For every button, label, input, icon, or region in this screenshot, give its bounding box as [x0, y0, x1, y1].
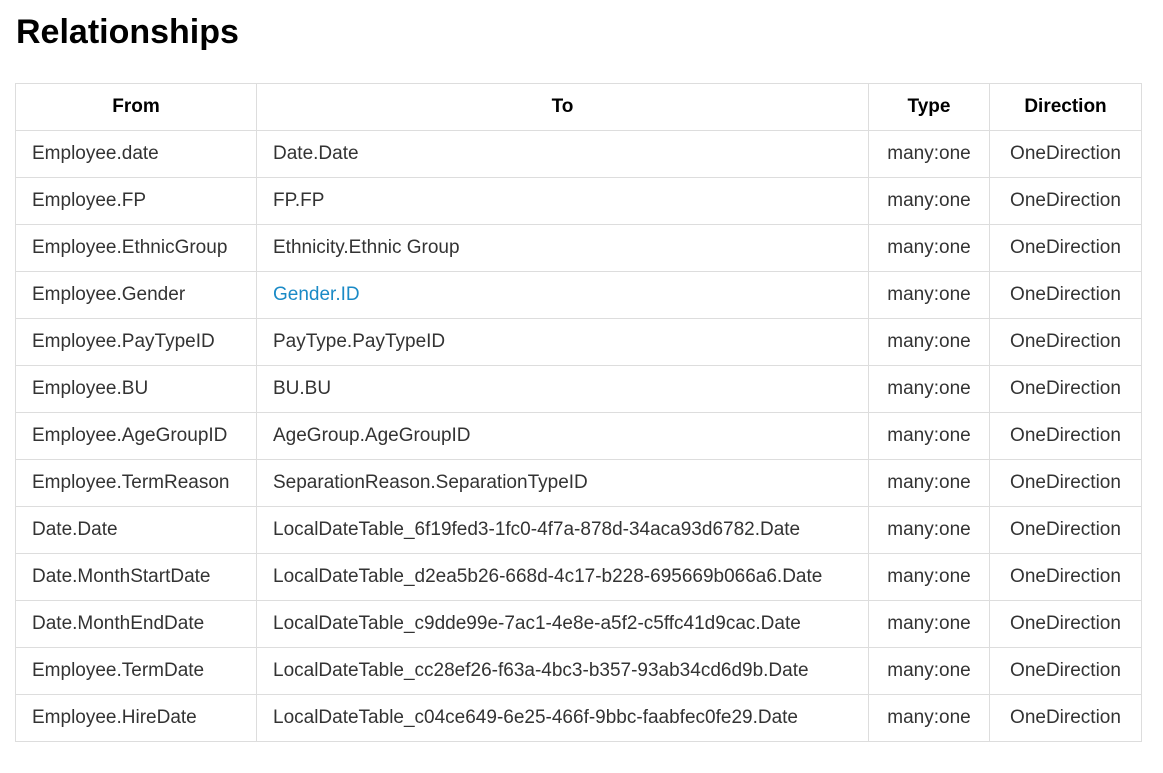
table-header-row: From To Type Direction [15, 83, 1142, 131]
table-body: Employee.date Date.Date many:one OneDirecti… [15, 130, 1142, 742]
cell-from: Employee.TermReason [15, 459, 257, 507]
cell-from: Employee.Gender [15, 271, 257, 319]
cell-from: Employee.FP [15, 177, 257, 225]
column-header-to: To [256, 83, 869, 131]
cell-direction: OneDirection [989, 459, 1142, 507]
cell-direction: OneDirection [989, 130, 1142, 178]
cell-from: Employee.TermDate [15, 647, 257, 695]
cell-type: many:one [868, 647, 990, 695]
table-row: Date.Date LocalDateTable_6f19fed3-1fc0-4f… [15, 506, 1142, 554]
cell-to: SeparationReason.SeparationTypeID [256, 459, 869, 507]
cell-to: Gender.ID [256, 271, 869, 319]
cell-from: Employee.AgeGroupID [15, 412, 257, 460]
table-row: Employee.TermDate LocalDateTable_cc28ef26… [15, 647, 1142, 695]
cell-to: LocalDateTable_6f19fed3-1fc0-4f7a-878d-3… [256, 506, 869, 554]
cell-type: many:one [868, 177, 990, 225]
cell-direction: OneDirection [989, 694, 1142, 742]
cell-type: many:one [868, 694, 990, 742]
cell-direction: OneDirection [989, 318, 1142, 366]
table-row: Employee.date Date.Date many:one OneDirecti… [15, 130, 1142, 178]
cell-to-link[interactable]: Gender.ID [273, 284, 360, 305]
cell-to: PayType.PayTypeID [256, 318, 869, 366]
table-row: Employee.FP FP.FP many:one OneDirection [15, 177, 1142, 225]
cell-from: Date.MonthEndDate [15, 600, 257, 648]
table-row: Date.MonthEndDate LocalDateTable_c9dde99e… [15, 600, 1142, 648]
table-row: Employee.HireDate LocalDateTable_c04ce649… [15, 694, 1142, 742]
cell-type: many:one [868, 600, 990, 648]
column-header-type: Type [868, 83, 990, 131]
cell-type: many:one [868, 506, 990, 554]
cell-type: many:one [868, 553, 990, 601]
cell-type: many:one [868, 271, 990, 319]
cell-from: Employee.EthnicGroup [15, 224, 257, 272]
cell-to: LocalDateTable_d2ea5b26-668d-4c17-b228-6… [256, 553, 869, 601]
table-row: Employee.PayTypeID PayType.PayTypeID many:… [15, 318, 1142, 366]
table-row: Date.MonthStartDate LocalDateTable_d2ea5b… [15, 553, 1142, 601]
cell-type: many:one [868, 412, 990, 460]
table-row: Employee.BU BU.BU many:one OneDirection [15, 365, 1142, 413]
page: Relationships From To Type Direction Emp… [0, 0, 1163, 742]
cell-direction: OneDirection [989, 224, 1142, 272]
cell-to: AgeGroup.AgeGroupID [256, 412, 869, 460]
cell-from: Employee.BU [15, 365, 257, 413]
cell-direction: OneDirection [989, 365, 1142, 413]
cell-type: many:one [868, 130, 990, 178]
cell-from: Employee.date [15, 130, 257, 178]
cell-direction: OneDirection [989, 271, 1142, 319]
cell-to: LocalDateTable_cc28ef26-f63a-4bc3-b357-9… [256, 647, 869, 695]
page-title: Relationships [16, 13, 239, 51]
column-header-from: From [15, 83, 257, 131]
cell-direction: OneDirection [989, 412, 1142, 460]
cell-to: FP.FP [256, 177, 869, 225]
cell-from: Date.Date [15, 506, 257, 554]
cell-type: many:one [868, 459, 990, 507]
cell-to: LocalDateTable_c9dde99e-7ac1-4e8e-a5f2-c… [256, 600, 869, 648]
cell-from: Date.MonthStartDate [15, 553, 257, 601]
cell-to: BU.BU [256, 365, 869, 413]
relationships-table: From To Type Direction Employee.date Date… [15, 83, 1142, 742]
cell-from: Employee.HireDate [15, 694, 257, 742]
table-row: Employee.TermReason SeparationReason.Sepa… [15, 459, 1142, 507]
cell-to: Date.Date [256, 130, 869, 178]
table-row: Employee.AgeGroupID AgeGroup.AgeGroupID ma… [15, 412, 1142, 460]
cell-from: Employee.PayTypeID [15, 318, 257, 366]
cell-direction: OneDirection [989, 506, 1142, 554]
cell-type: many:one [868, 365, 990, 413]
cell-direction: OneDirection [989, 177, 1142, 225]
cell-type: many:one [868, 224, 990, 272]
cell-to: LocalDateTable_c04ce649-6e25-466f-9bbc-f… [256, 694, 869, 742]
table-row: Employee.EthnicGroup Ethnicity.Ethnic Gro… [15, 224, 1142, 272]
table-row: Employee.Gender Gender.ID many:one OneDirec… [15, 271, 1142, 319]
cell-direction: OneDirection [989, 647, 1142, 695]
cell-to: Ethnicity.Ethnic Group [256, 224, 869, 272]
cell-direction: OneDirection [989, 600, 1142, 648]
cell-type: many:one [868, 318, 990, 366]
cell-direction: OneDirection [989, 553, 1142, 601]
column-header-direction: Direction [989, 83, 1142, 131]
